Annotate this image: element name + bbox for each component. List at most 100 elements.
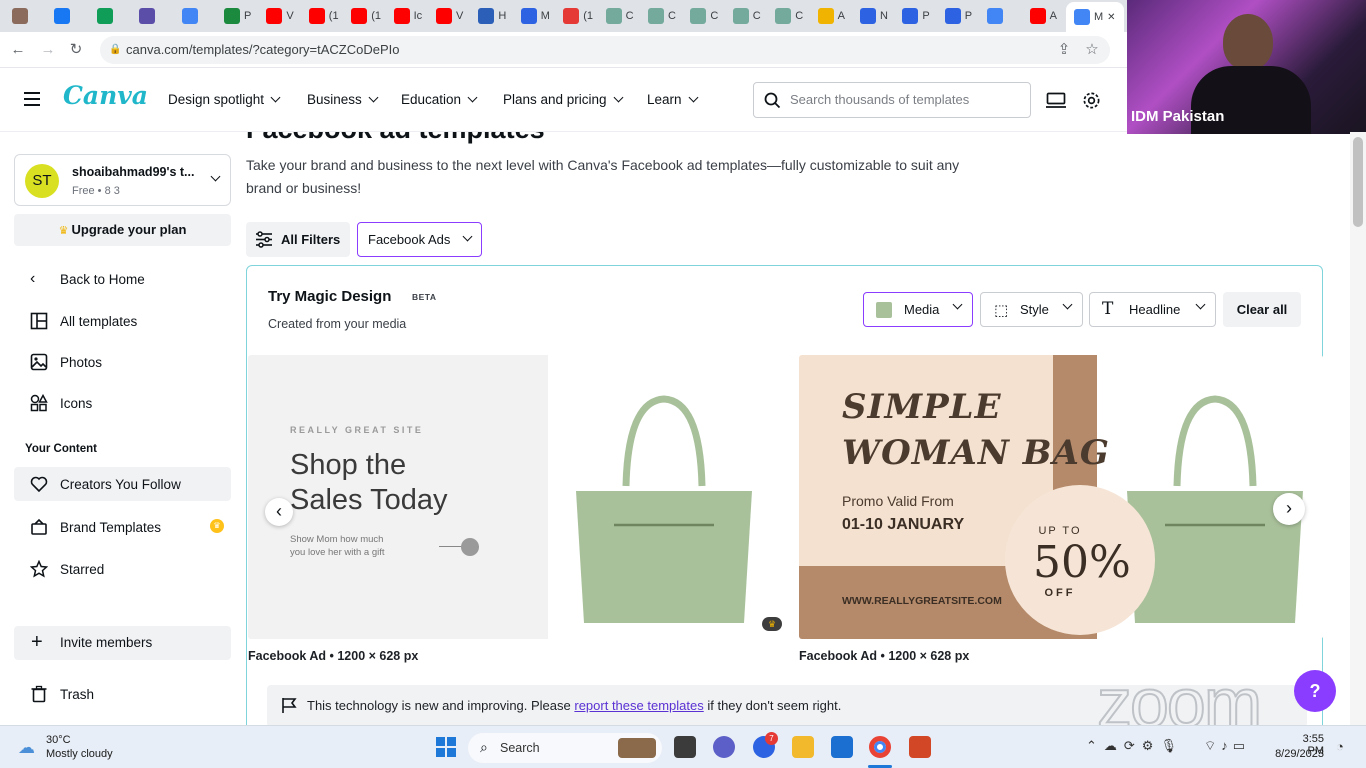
back-label: Back to Home — [60, 271, 145, 287]
nav-education[interactable]: Education — [401, 92, 478, 107]
system-tray-icons[interactable]: ⌃☁⟳⚙🎙 — [1086, 738, 1184, 754]
help-button[interactable]: ? — [1294, 670, 1336, 712]
search-input[interactable]: Search thousands of templates — [753, 82, 1031, 118]
hamburger-menu-icon[interactable] — [24, 92, 40, 106]
browser-tab[interactable] — [133, 4, 159, 28]
monitor-icon[interactable] — [1046, 92, 1066, 109]
task-view-icon[interactable] — [674, 736, 696, 758]
browser-tab[interactable]: V — [430, 4, 463, 28]
notice-text: This technology is new and improving. Pl… — [307, 698, 575, 713]
browser-tab[interactable] — [981, 4, 1007, 28]
participant-name: IDM Pakistan — [1131, 108, 1225, 125]
notice-text-line: This technology is new and improving. Pl… — [307, 698, 841, 713]
star-icon — [30, 560, 48, 578]
windows-start-icon[interactable] — [436, 737, 456, 757]
tab-favicon-icon — [478, 8, 495, 24]
team-switcher[interactable]: ST shoaibahmad99's t... Free • 8 3 — [14, 154, 231, 206]
browser-tab[interactable] — [91, 4, 117, 28]
browser-tab[interactable]: N — [854, 4, 888, 28]
close-icon[interactable]: ✕ — [1107, 12, 1115, 23]
all-filters-button[interactable]: All Filters — [246, 222, 350, 257]
nav-learn[interactable]: Learn — [647, 92, 698, 107]
notification-badge: 7 — [765, 732, 778, 745]
headline-chip[interactable]: T Headline — [1089, 292, 1216, 327]
address-bar[interactable]: 🔒 canva.com/templates/?category=tACZCoDe… — [100, 36, 1110, 64]
facebook-ads-filter[interactable]: Facebook Ads — [357, 222, 482, 257]
browser-tab[interactable] — [6, 4, 32, 28]
template-card[interactable]: SIMPLE WOMAN BAG Promo Valid From 01-10 … — [799, 355, 1323, 639]
browser-tab[interactable]: M ✕ — [1066, 2, 1124, 32]
browser-tab[interactable]: (1 — [345, 4, 381, 28]
clear-all-button[interactable]: Clear all — [1223, 292, 1301, 327]
template-card[interactable]: REALLY GREAT SITE Shop the Sales Today S… — [248, 355, 792, 639]
carousel-prev-button[interactable]: ‹ — [265, 498, 293, 526]
tab-favicon-icon — [520, 8, 537, 24]
canva-logo[interactable]: Canva — [63, 81, 148, 110]
taskbar-search[interactable]: ⌕ Search — [468, 733, 662, 763]
sidebar-item-photos[interactable]: Photos — [30, 353, 102, 371]
scrollbar-thumb[interactable] — [1353, 137, 1363, 227]
invite-members-button[interactable]: + Invite members — [14, 626, 231, 660]
file-explorer-icon[interactable] — [792, 736, 814, 758]
upgrade-button[interactable]: ♛ Upgrade your plan — [14, 214, 231, 246]
sidebar: ST shoaibahmad99's t... Free • 8 3 ♛ Upg… — [0, 132, 246, 725]
browser-tab[interactable]: C — [727, 4, 761, 28]
sidebar-item-label: Creators You Follow — [60, 476, 181, 492]
browser-tab[interactable]: V — [260, 4, 294, 28]
browser-tab[interactable]: P — [896, 4, 930, 28]
notepad-icon[interactable] — [831, 736, 853, 758]
back-arrow-icon[interactable]: ← — [8, 40, 28, 60]
media-chip[interactable]: Media — [863, 292, 973, 327]
reload-icon[interactable]: ↻ — [66, 40, 86, 60]
browser-tab[interactable]: C — [600, 4, 634, 28]
sidebar-item-trash[interactable]: Trash — [30, 685, 94, 703]
browser-tab[interactable]: P — [939, 4, 972, 28]
carousel-next-button[interactable]: › — [1273, 493, 1305, 525]
share-icon[interactable]: ⇪ — [1054, 40, 1074, 60]
sidebar-item-starred[interactable]: Starred — [30, 560, 104, 578]
tab-favicon-icon — [775, 8, 792, 24]
tab-favicon-icon — [393, 8, 410, 24]
report-templates-link[interactable]: report these templates — [574, 698, 703, 713]
forward-arrow-icon[interactable]: → — [38, 40, 58, 60]
browser-tab[interactable]: (1 — [557, 4, 593, 28]
sidebar-item-icons[interactable]: Icons — [30, 394, 92, 412]
style-chip[interactable]: ⬚ Style — [980, 292, 1083, 327]
team-name: shoaibahmad99's t... — [72, 165, 195, 179]
browser-tab[interactable]: Ic — [388, 4, 422, 28]
notifications-icon[interactable]: ◔ — [1336, 739, 1344, 754]
chip-label: Style — [1020, 302, 1049, 317]
browser-tab[interactable]: C — [642, 4, 676, 28]
sidebar-item-label: Brand Templates — [60, 519, 162, 535]
chrome-icon[interactable] — [869, 736, 891, 758]
browser-tab[interactable]: M — [515, 4, 550, 28]
browser-tab[interactable]: A — [812, 4, 845, 28]
weather-desc: Mostly cloudy — [46, 748, 113, 760]
browser-tab[interactable]: H — [472, 4, 506, 28]
nav-plans-and-pricing[interactable]: Plans and pricing — [503, 92, 624, 107]
browser-tab[interactable]: C — [769, 4, 803, 28]
sidebar-item-all-templates[interactable]: All templates — [30, 312, 137, 330]
browser-tab[interactable] — [176, 4, 202, 28]
browser-tab[interactable] — [48, 4, 74, 28]
browser-tab[interactable]: P — [218, 4, 251, 28]
nav-business[interactable]: Business — [307, 92, 379, 107]
chevron-down-icon — [613, 92, 624, 103]
back-to-home-link[interactable]: ‹ Back to Home — [30, 270, 145, 288]
powerpoint-icon[interactable] — [909, 736, 931, 758]
sidebar-item-brand-templates[interactable]: Brand Templates — [30, 518, 161, 536]
scrollbar[interactable] — [1350, 132, 1366, 725]
sidebar-item-creators-you-follow[interactable]: Creators You Follow — [30, 475, 181, 493]
bookmark-star-icon[interactable]: ☆ — [1082, 40, 1102, 60]
browser-tab[interactable]: C — [684, 4, 718, 28]
browser-tab[interactable]: (1 — [303, 4, 339, 28]
nav-label: Education — [401, 92, 462, 107]
chevron-down-icon — [270, 92, 281, 103]
browser-tab[interactable]: A — [1024, 4, 1057, 28]
sidebar-item-label: Icons — [60, 395, 93, 411]
discount-upto: UP TO — [1038, 525, 1082, 537]
nav-design-spotlight[interactable]: Design spotlight — [168, 92, 281, 107]
chat-icon[interactable] — [713, 736, 735, 758]
gear-icon[interactable] — [1082, 91, 1101, 110]
network-volume-icons[interactable]: ⌔♪▭ — [1204, 738, 1250, 754]
